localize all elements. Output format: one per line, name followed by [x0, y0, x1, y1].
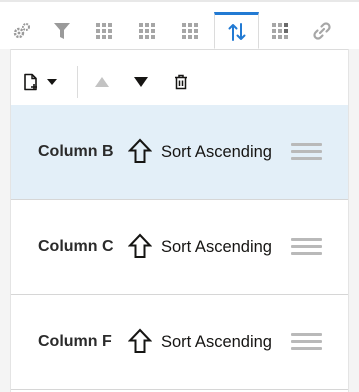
- tab-strip: [0, 0, 359, 50]
- column-name: Column C: [38, 238, 114, 255]
- grid-icon: [182, 22, 198, 39]
- panel-right-border: [348, 49, 359, 392]
- arrow-up-outline-icon: [128, 328, 152, 353]
- triangle-down-icon: [134, 77, 148, 87]
- drag-handle[interactable]: [291, 333, 322, 354]
- panel-left-border: [0, 49, 11, 392]
- sort-row[interactable]: Column B Sort Ascending: [11, 105, 348, 200]
- caret-down-icon: [47, 79, 57, 85]
- tab-conditional-format[interactable]: [258, 12, 302, 49]
- sort-arrows-icon: [228, 22, 245, 41]
- arrow-up-outline-icon: [128, 138, 152, 163]
- arrow-up-outline-icon: [128, 233, 152, 258]
- tab-properties[interactable]: [0, 12, 44, 49]
- link-icon: [313, 21, 331, 40]
- toolbar-separator: [77, 66, 78, 98]
- tab-layout-3[interactable]: [168, 12, 212, 49]
- column-name: Column B: [38, 143, 114, 160]
- grid-colored-icon: [272, 22, 288, 39]
- drag-handle[interactable]: [291, 143, 322, 164]
- sort-row[interactable]: Column C Sort Ascending: [11, 200, 348, 295]
- triangle-up-icon: [95, 77, 109, 87]
- sort-toolbar: [11, 60, 348, 104]
- sort-row[interactable]: Column F Sort Ascending: [11, 295, 348, 390]
- filter-icon: [54, 22, 70, 39]
- sort-direction-label[interactable]: Sort Ascending: [161, 143, 272, 162]
- trash-icon: [175, 74, 187, 90]
- sort-direction-label[interactable]: Sort Ascending: [161, 238, 272, 257]
- move-up-button[interactable]: [91, 68, 113, 96]
- delete-sort-button[interactable]: [170, 68, 192, 96]
- grid-icon: [96, 22, 112, 39]
- tab-layout-2[interactable]: [125, 12, 169, 49]
- add-document-icon: [24, 73, 37, 91]
- gear-icon: [13, 22, 30, 38]
- sort-direction-label[interactable]: Sort Ascending: [161, 333, 272, 352]
- tab-sort[interactable]: [214, 12, 259, 49]
- tab-link[interactable]: [300, 12, 344, 49]
- sort-rows-list: Column B Sort Ascending Column C Sort As…: [11, 105, 348, 390]
- tab-filter[interactable]: [40, 12, 84, 49]
- move-down-button[interactable]: [130, 68, 152, 96]
- add-sort-button[interactable]: [21, 68, 61, 96]
- grid-icon: [139, 22, 155, 39]
- drag-handle[interactable]: [291, 238, 322, 259]
- column-name: Column F: [38, 333, 112, 350]
- tab-layout-1[interactable]: [82, 12, 126, 49]
